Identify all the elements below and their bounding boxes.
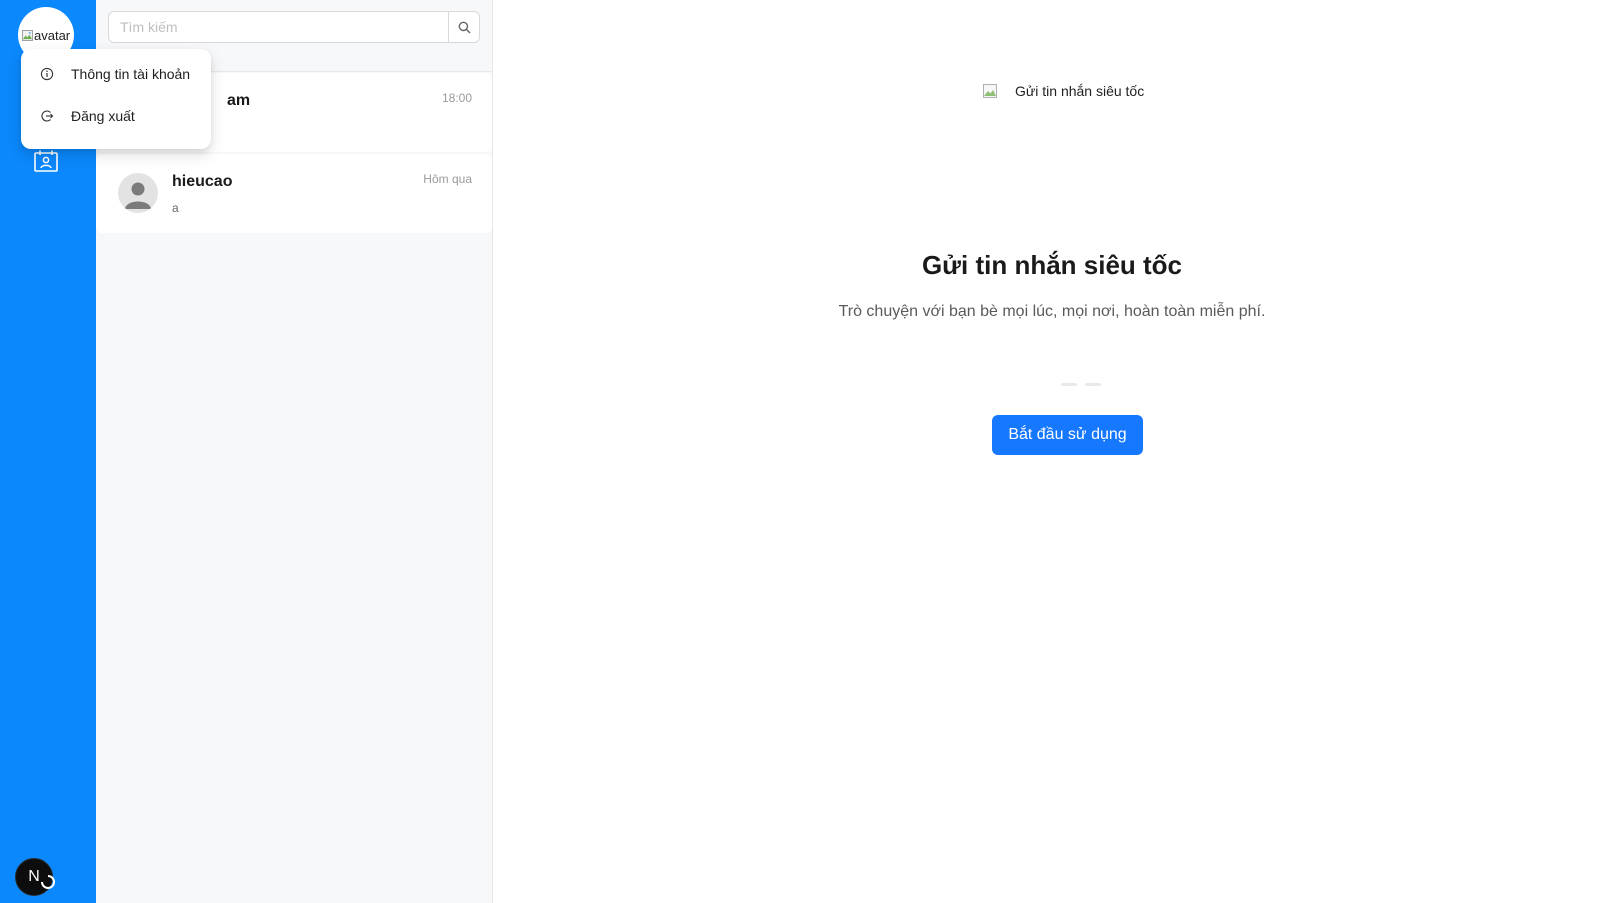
contacts-icon[interactable] bbox=[34, 150, 58, 172]
default-user-icon bbox=[125, 182, 151, 209]
search-button[interactable] bbox=[448, 11, 480, 43]
search-box bbox=[108, 11, 480, 43]
welcome-title: Gửi tin nhắn siêu tốc bbox=[921, 250, 1183, 280]
conversation-name: hieucao bbox=[172, 173, 233, 190]
welcome-subtitle: Trò chuyện với bạn bè mọi lúc, mọi nơi, … bbox=[838, 303, 1266, 320]
welcome-image: Gửi tin nhắn siêu tốc bbox=[983, 83, 1144, 99]
conversation-item[interactable]: hieucao a Hôm qua bbox=[96, 154, 492, 233]
search-input[interactable] bbox=[108, 11, 448, 43]
account-menu: Thông tin tài khoản Đăng xuất bbox=[21, 49, 211, 149]
conversation-last-message: a bbox=[172, 201, 179, 215]
dev-indicator-icon bbox=[41, 875, 55, 889]
avatar-image: avatar bbox=[18, 28, 70, 43]
carousel-dot[interactable] bbox=[1061, 383, 1077, 386]
conversation-time: 18:00 bbox=[441, 91, 472, 105]
menu-item-logout[interactable]: Đăng xuất bbox=[21, 95, 211, 137]
search-icon bbox=[458, 21, 471, 34]
carousel-dot[interactable] bbox=[1085, 383, 1101, 386]
info-circle-icon bbox=[40, 67, 54, 81]
app-root: avatar N Thông tin tài khoản Đăng xuất T… bbox=[0, 0, 1611, 903]
broken-image-icon bbox=[22, 29, 33, 41]
avatar-alt-text: avatar bbox=[34, 27, 71, 43]
welcome-image-alt: Gửi tin nhắn siêu tốc bbox=[1015, 83, 1145, 99]
conversation-name: am bbox=[227, 92, 251, 109]
broken-image-icon bbox=[983, 84, 997, 98]
start-button[interactable]: Bắt đầu sử dụng bbox=[992, 415, 1143, 455]
conversation-time: Hôm qua bbox=[423, 172, 472, 186]
menu-item-label: Thông tin tài khoản bbox=[71, 66, 191, 82]
menu-item-account-info[interactable]: Thông tin tài khoản bbox=[21, 53, 211, 95]
menu-item-label: Đăng xuất bbox=[71, 108, 135, 124]
carousel-dots bbox=[1061, 383, 1101, 386]
conversation-avatar bbox=[118, 173, 158, 213]
logout-icon bbox=[41, 110, 54, 122]
welcome-panel: Gửi tin nhắn siêu tốc Gửi tin nhắn siêu … bbox=[493, 0, 1611, 903]
